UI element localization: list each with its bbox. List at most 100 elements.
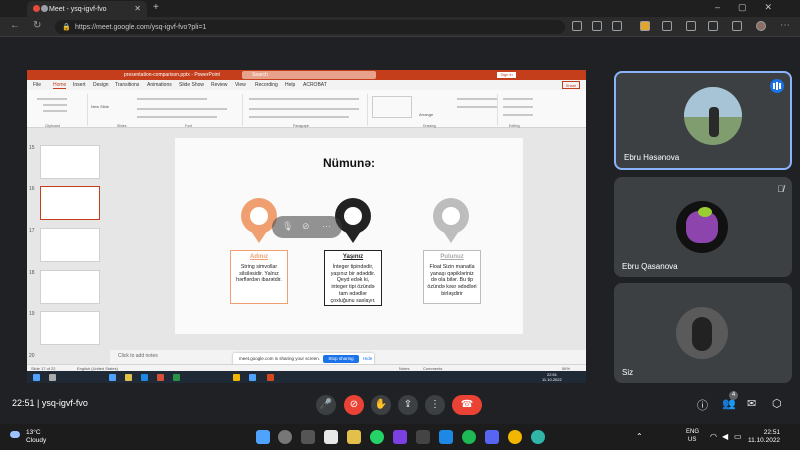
- extension-icon[interactable]: [640, 21, 650, 31]
- activities-icon[interactable]: ⬡: [772, 397, 782, 410]
- reload-icon[interactable]: ↻: [33, 20, 41, 31]
- shared-taskbar: 22:51 11.10.2022: [27, 371, 586, 383]
- new-slide-button[interactable]: New Slide: [91, 104, 109, 109]
- hide-button[interactable]: Hide: [363, 356, 372, 361]
- raise-hand-button[interactable]: ✋: [371, 395, 391, 415]
- ppt-share-button[interactable]: Share: [562, 81, 580, 89]
- ribbon-cut[interactable]: [43, 104, 67, 106]
- discord-icon[interactable]: [485, 430, 499, 444]
- paragraph-row-2[interactable]: [249, 108, 359, 110]
- ppt-menu-review[interactable]: Review: [211, 82, 227, 88]
- url-bar[interactable]: 🔒 https://meet.google.com/ysq-igvf-fvo?p…: [55, 20, 565, 34]
- shape-fill[interactable]: [457, 98, 497, 100]
- wifi-icon[interactable]: ◠: [710, 432, 717, 441]
- camera-off-button[interactable]: ⊘: [344, 395, 364, 415]
- present-button[interactable]: ⇪: [398, 395, 418, 415]
- meeting-details-icon[interactable]: ⓘ: [697, 397, 708, 413]
- back-icon[interactable]: ←: [10, 20, 20, 31]
- browser-tab[interactable]: Meet - ysq-igvf-fvo ✕: [27, 1, 147, 17]
- find-button[interactable]: [503, 98, 533, 100]
- battery-icon[interactable]: ▭: [734, 432, 742, 441]
- microphone-button[interactable]: 🎤: [316, 395, 336, 415]
- search-icon[interactable]: [278, 430, 292, 444]
- sharing-message: meet.google.com is sharing your screen.: [239, 356, 321, 361]
- ppt-menu-slide-show[interactable]: Slide Show: [179, 82, 204, 88]
- app-icon[interactable]: [416, 430, 430, 444]
- start-icon[interactable]: [256, 430, 270, 444]
- more-menu-icon[interactable]: ⋯: [780, 20, 790, 31]
- slide-thumbnail[interactable]: [40, 145, 100, 179]
- keyboard-layout[interactable]: US: [688, 437, 696, 443]
- slide-thumbnail-selected[interactable]: [40, 186, 100, 220]
- window-controls[interactable]: –▢✕: [715, 2, 790, 13]
- chrome-icon[interactable]: [508, 430, 522, 444]
- file-explorer-icon[interactable]: [347, 430, 361, 444]
- ppt-menu-view[interactable]: View: [235, 82, 246, 88]
- ppt-menu-help[interactable]: Help: [285, 82, 295, 88]
- mic-off-icon[interactable]: 🎙: [282, 221, 293, 232]
- slide-canvas[interactable]: Nümunə: Adınız String simvollar silsiləs…: [175, 138, 523, 334]
- whatsapp-icon[interactable]: [370, 430, 384, 444]
- box-heading: Pulunuz: [440, 254, 464, 260]
- ppt-menu-transitions[interactable]: Transitions: [115, 82, 139, 88]
- vscode-icon[interactable]: [439, 430, 453, 444]
- camera-off-icon[interactable]: ⊘: [302, 221, 310, 232]
- input-language[interactable]: ENG: [686, 429, 699, 435]
- chat-icon[interactable]: ✉: [747, 397, 756, 410]
- font-format-row[interactable]: [137, 108, 227, 110]
- ppt-menu-home[interactable]: Home: [53, 82, 67, 89]
- ppt-menu-animations[interactable]: Animations: [147, 82, 172, 88]
- edge-icon[interactable]: [531, 430, 545, 444]
- arrange-button[interactable]: Arrange: [419, 112, 433, 117]
- participant-name: Siz: [622, 368, 634, 377]
- font-color-row[interactable]: [137, 116, 217, 118]
- spotify-icon[interactable]: [462, 430, 476, 444]
- participant-tile[interactable]: Ebru Həsənova: [614, 71, 792, 170]
- extensions-icon[interactable]: [662, 21, 672, 31]
- participant-tile[interactable]: 🎙̸ Ebru Qasanova: [614, 177, 792, 277]
- slide-thumbnail[interactable]: [40, 228, 100, 262]
- visual-studio-icon[interactable]: [393, 430, 407, 444]
- read-aloud-icon[interactable]: [592, 21, 602, 31]
- stop-sharing-button[interactable]: Stop sharing: [323, 355, 359, 363]
- slide-thumbnail[interactable]: [40, 270, 100, 304]
- ppt-search-box[interactable]: Search: [242, 71, 376, 79]
- replace-button[interactable]: [503, 106, 533, 108]
- close-tab-icon[interactable]: ✕: [134, 4, 141, 13]
- box-text: Float Sizin manatla yanaşı qəpikləriniz …: [427, 263, 477, 297]
- ribbon-copy[interactable]: [43, 110, 67, 112]
- presentation-controls: 🎙 ⊘ ⋯: [272, 216, 342, 238]
- camera-icon[interactable]: [572, 21, 582, 31]
- paragraph-row-1[interactable]: [249, 98, 359, 100]
- end-call-button[interactable]: ☎: [452, 395, 482, 415]
- ppt-menu-design[interactable]: Design: [93, 82, 109, 88]
- ribbon-paste[interactable]: [37, 98, 67, 100]
- shapes-gallery[interactable]: [372, 96, 412, 118]
- ppt-sign-in-button[interactable]: Sign in: [497, 72, 516, 78]
- ppt-menu-file[interactable]: File: [33, 82, 41, 88]
- participant-name: Ebru Qasanova: [622, 262, 678, 271]
- new-tab-button[interactable]: +: [153, 2, 159, 13]
- shape-outline[interactable]: [457, 106, 497, 108]
- tray-overflow-icon[interactable]: ⌃: [636, 432, 643, 441]
- select-button[interactable]: [503, 114, 533, 116]
- store-icon[interactable]: [324, 430, 338, 444]
- ppt-menu-insert[interactable]: Insert: [73, 82, 86, 88]
- task-view-icon[interactable]: [301, 430, 315, 444]
- more-options-button[interactable]: ⋮: [425, 395, 445, 415]
- favorite-icon[interactable]: [612, 21, 622, 31]
- taskbar-clock[interactable]: 22:51 11.10.2022: [748, 429, 780, 445]
- paragraph-row-3[interactable]: [249, 116, 349, 118]
- ppt-menu-acrobat[interactable]: ACROBAT: [303, 82, 327, 88]
- volume-icon[interactable]: ◀: [722, 432, 728, 441]
- participant-tile-self[interactable]: Siz: [614, 283, 792, 383]
- font-name-select[interactable]: [137, 98, 207, 100]
- more-icon[interactable]: ⋯: [322, 221, 331, 232]
- box-heading: Adınız: [250, 254, 268, 260]
- slide-thumbnail[interactable]: [40, 311, 100, 345]
- favorites-bar-icon[interactable]: [686, 21, 696, 31]
- profile-avatar[interactable]: [756, 21, 766, 31]
- collections-icon[interactable]: [708, 21, 718, 31]
- browser-essentials-icon[interactable]: [732, 21, 742, 31]
- ppt-menu-recording[interactable]: Recording: [255, 82, 278, 88]
